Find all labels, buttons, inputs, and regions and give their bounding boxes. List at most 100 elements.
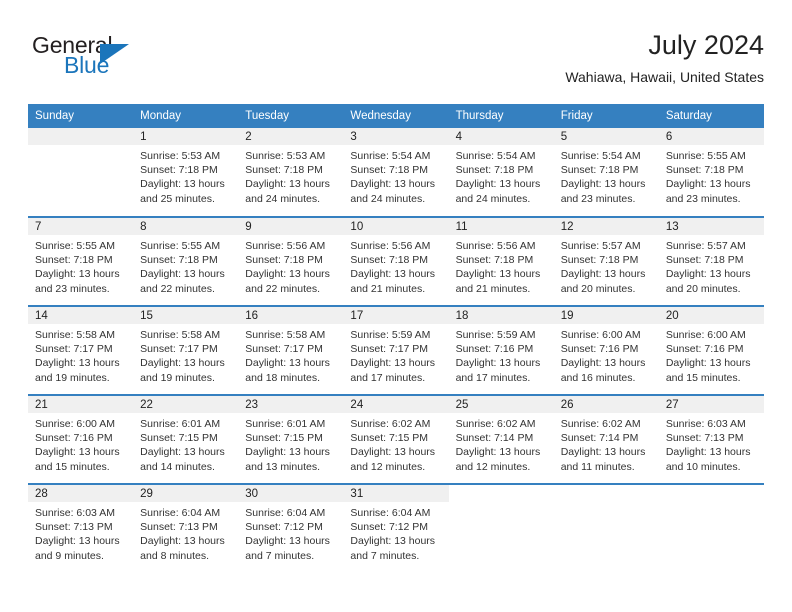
sunset-text: Sunset: 7:18 PM xyxy=(455,164,534,177)
weekday-thursday: Thursday xyxy=(448,104,554,128)
day-number: 20 xyxy=(658,307,764,324)
page-title: July 2024 xyxy=(648,30,764,60)
calendar-day-cell[interactable]: 15 Sunrise: 5:58 AM Sunset: 7:17 PM Dayligh… xyxy=(133,306,239,395)
daylight-text: Daylight: 13 hours and 14 minutes. xyxy=(140,446,225,473)
calendar-day-cell[interactable]: 23 Sunrise: 6:01 AM Sunset: 7:15 PM Dayligh… xyxy=(238,395,344,484)
weekday-wednesday: Wednesday xyxy=(343,104,449,128)
day-sun-info: Sunrise: 5:54 AM Sunset: 7:18 PM Daylight:… xyxy=(343,145,448,206)
calendar-week-row: 1 Sunrise: 5:53 AM Sunset: 7:18 PM Daylight… xyxy=(28,128,764,217)
calendar-day-cell[interactable]: 22 Sunrise: 6:01 AM Sunset: 7:15 PM Dayligh… xyxy=(133,395,239,484)
day-number: 15 xyxy=(133,307,239,324)
day-number: 9 xyxy=(238,218,344,235)
day-sun-info: Sunrise: 6:00 AM Sunset: 7:16 PM Daylight:… xyxy=(28,413,133,474)
general-blue-logo: General Blue xyxy=(32,32,212,90)
calendar-weeks: 1 Sunrise: 5:53 AM Sunset: 7:18 PM Daylight… xyxy=(28,128,764,573)
day-sun-info: Sunrise: 6:00 AM Sunset: 7:16 PM Daylight:… xyxy=(659,324,764,385)
daylight-text: Daylight: 13 hours and 18 minutes. xyxy=(245,357,330,384)
daylight-text: Daylight: 13 hours and 21 minutes. xyxy=(455,268,541,295)
calendar-day-cell[interactable]: 3 Sunrise: 5:54 AM Sunset: 7:18 PM Daylight… xyxy=(343,128,449,217)
calendar-day-cell[interactable]: 30 Sunrise: 6:04 AM Sunset: 7:12 PM Dayligh… xyxy=(238,484,344,573)
daylight-text: Daylight: 13 hours and 9 minutes. xyxy=(35,535,120,562)
day-sun-info: Sunrise: 5:56 AM Sunset: 7:18 PM Daylight:… xyxy=(449,235,554,296)
calendar-day-cell[interactable]: 7 Sunrise: 5:55 AM Sunset: 7:18 PM Daylight… xyxy=(28,217,134,306)
day-number: 7 xyxy=(28,218,134,235)
calendar-day-cell[interactable]: 2 Sunrise: 5:53 AM Sunset: 7:18 PM Daylight… xyxy=(238,128,344,217)
day-sun-info: Sunrise: 6:01 AM Sunset: 7:15 PM Daylight:… xyxy=(238,413,343,474)
daylight-text: Daylight: 13 hours and 11 minutes. xyxy=(560,446,646,473)
sunset-text: Sunset: 7:15 PM xyxy=(245,432,323,445)
day-number: 10 xyxy=(343,218,449,235)
sunset-text: Sunset: 7:13 PM xyxy=(140,521,218,534)
calendar-day-cell[interactable]: 1 Sunrise: 5:53 AM Sunset: 7:18 PM Daylight… xyxy=(133,128,239,217)
day-number: 4 xyxy=(448,128,554,145)
daylight-text: Daylight: 13 hours and 23 minutes. xyxy=(560,178,646,205)
daylight-text: Daylight: 13 hours and 24 minutes. xyxy=(245,178,330,205)
day-sun-info: Sunrise: 6:04 AM Sunset: 7:13 PM Daylight:… xyxy=(133,502,238,563)
day-number: 8 xyxy=(133,218,239,235)
day-sun-info: Sunrise: 6:04 AM Sunset: 7:12 PM Daylight:… xyxy=(343,502,448,563)
daylight-text: Daylight: 13 hours and 25 minutes. xyxy=(140,178,225,205)
sunset-text: Sunset: 7:17 PM xyxy=(140,343,218,356)
calendar-day-cell[interactable]: 18 Sunrise: 5:59 AM Sunset: 7:16 PM Dayligh… xyxy=(448,306,554,395)
calendar-day-cell[interactable]: 24 Sunrise: 6:02 AM Sunset: 7:15 PM Dayligh… xyxy=(343,395,449,484)
sunrise-text: Sunrise: 6:04 AM xyxy=(245,507,326,519)
calendar-day-cell[interactable]: 17 Sunrise: 5:59 AM Sunset: 7:17 PM Dayligh… xyxy=(343,306,449,395)
sunrise-text: Sunrise: 6:01 AM xyxy=(245,418,326,430)
sunset-text: Sunset: 7:18 PM xyxy=(560,254,639,267)
daylight-text: Daylight: 13 hours and 22 minutes. xyxy=(140,268,225,295)
day-number: 22 xyxy=(133,396,239,413)
weekday-sunday: Sunday xyxy=(28,104,134,128)
daylight-text: Daylight: 13 hours and 7 minutes. xyxy=(350,535,436,562)
day-sun-info: Sunrise: 5:54 AM Sunset: 7:18 PM Daylight:… xyxy=(449,145,554,206)
sunrise-text: Sunrise: 5:58 AM xyxy=(245,329,326,341)
sunset-text: Sunset: 7:18 PM xyxy=(560,164,639,177)
calendar-day-cell[interactable]: 25 Sunrise: 6:02 AM Sunset: 7:14 PM Dayligh… xyxy=(448,395,554,484)
sunrise-text: Sunrise: 5:54 AM xyxy=(350,150,431,162)
calendar-day-cell[interactable]: 16 Sunrise: 5:58 AM Sunset: 7:17 PM Dayligh… xyxy=(238,306,344,395)
calendar-day-cell[interactable]: 21 Sunrise: 6:00 AM Sunset: 7:16 PM Dayligh… xyxy=(28,395,134,484)
calendar-day-cell[interactable]: 28 Sunrise: 6:03 AM Sunset: 7:13 PM Dayligh… xyxy=(28,484,134,573)
calendar-day-cell[interactable]: 27 Sunrise: 6:03 AM Sunset: 7:13 PM Dayligh… xyxy=(658,395,764,484)
sunrise-text: Sunrise: 5:56 AM xyxy=(455,240,536,252)
sunset-text: Sunset: 7:18 PM xyxy=(35,254,113,267)
calendar-day-cell[interactable]: 26 Sunrise: 6:02 AM Sunset: 7:14 PM Dayligh… xyxy=(553,395,659,484)
calendar-day-cell[interactable]: 14 Sunrise: 5:58 AM Sunset: 7:17 PM Dayligh… xyxy=(28,306,134,395)
sunrise-text: Sunrise: 5:59 AM xyxy=(455,329,536,341)
daylight-text: Daylight: 13 hours and 19 minutes. xyxy=(140,357,225,384)
day-number: 5 xyxy=(553,128,659,145)
calendar-day-cell[interactable]: 11 Sunrise: 5:56 AM Sunset: 7:18 PM Dayligh… xyxy=(448,217,554,306)
sunrise-text: Sunrise: 5:54 AM xyxy=(560,150,641,162)
calendar-day-cell[interactable]: 8 Sunrise: 5:55 AM Sunset: 7:18 PM Daylight… xyxy=(133,217,239,306)
calendar-day-cell[interactable]: 10 Sunrise: 5:56 AM Sunset: 7:18 PM Dayligh… xyxy=(343,217,449,306)
day-sun-info: Sunrise: 5:56 AM Sunset: 7:18 PM Daylight:… xyxy=(238,235,343,296)
weekday-monday: Monday xyxy=(133,104,239,128)
sunset-text: Sunset: 7:12 PM xyxy=(350,521,429,534)
sunrise-text: Sunrise: 5:55 AM xyxy=(140,240,221,252)
calendar-day-cell[interactable]: 9 Sunrise: 5:56 AM Sunset: 7:18 PM Daylight… xyxy=(238,217,344,306)
daylight-text: Daylight: 13 hours and 8 minutes. xyxy=(140,535,225,562)
sunrise-text: Sunrise: 6:03 AM xyxy=(665,418,746,430)
sunset-text: Sunset: 7:18 PM xyxy=(665,164,744,177)
calendar-day-cell[interactable]: 19 Sunrise: 6:00 AM Sunset: 7:16 PM Dayligh… xyxy=(553,306,659,395)
logo-text-blue: Blue xyxy=(64,52,110,78)
calendar-day-cell[interactable]: 20 Sunrise: 6:00 AM Sunset: 7:16 PM Dayligh… xyxy=(658,306,764,395)
sunrise-text: Sunrise: 5:54 AM xyxy=(455,150,536,162)
daylight-text: Daylight: 13 hours and 17 minutes. xyxy=(455,357,541,384)
day-number: 16 xyxy=(238,307,344,324)
day-number: 29 xyxy=(133,485,239,502)
day-sun-info: Sunrise: 6:02 AM Sunset: 7:14 PM Daylight:… xyxy=(449,413,554,474)
calendar-day-cell[interactable]: 4 Sunrise: 5:54 AM Sunset: 7:18 PM Daylight… xyxy=(448,128,554,217)
sunrise-text: Sunrise: 5:56 AM xyxy=(245,240,326,252)
calendar-day-cell[interactable]: 6 Sunrise: 5:55 AM Sunset: 7:18 PM Daylight… xyxy=(658,128,764,217)
daylight-text: Daylight: 13 hours and 15 minutes. xyxy=(665,357,751,384)
day-sun-info: Sunrise: 5:59 AM Sunset: 7:16 PM Daylight:… xyxy=(449,324,554,385)
calendar-day-cell[interactable]: 12 Sunrise: 5:57 AM Sunset: 7:18 PM Dayligh… xyxy=(553,217,659,306)
calendar-day-cell[interactable]: 31 Sunrise: 6:04 AM Sunset: 7:12 PM Dayligh… xyxy=(343,484,449,573)
sunrise-text: Sunrise: 6:04 AM xyxy=(350,507,431,519)
calendar-day-cell[interactable]: 5 Sunrise: 5:54 AM Sunset: 7:18 PM Daylight… xyxy=(553,128,659,217)
calendar-day-cell[interactable]: 29 Sunrise: 6:04 AM Sunset: 7:13 PM Dayligh… xyxy=(133,484,239,573)
calendar-week-row: 7 Sunrise: 5:55 AM Sunset: 7:18 PM Daylight… xyxy=(28,217,764,306)
day-sun-info: Sunrise: 5:58 AM Sunset: 7:17 PM Daylight:… xyxy=(238,324,343,385)
calendar-day-cell[interactable]: 13 Sunrise: 5:57 AM Sunset: 7:18 PM Dayligh… xyxy=(658,217,764,306)
day-number: 21 xyxy=(28,396,134,413)
